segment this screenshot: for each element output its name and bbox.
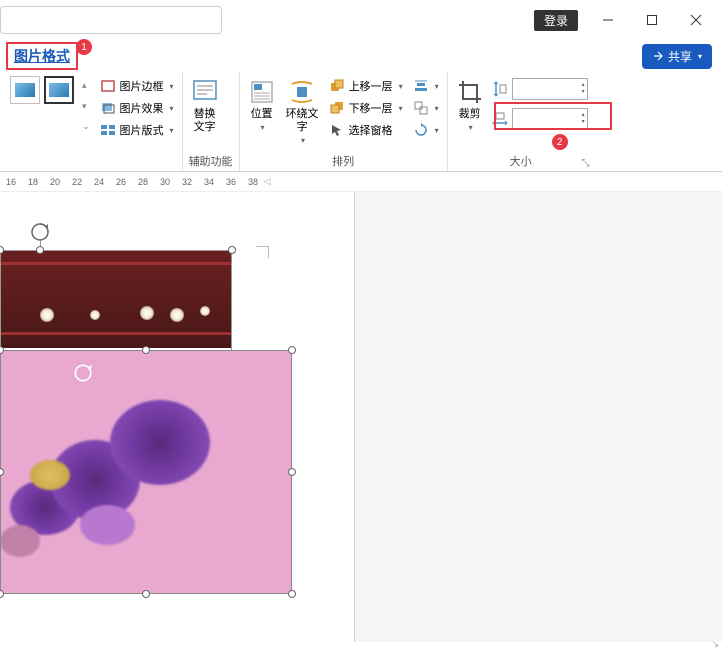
outside-page-area	[355, 192, 722, 642]
style-preset-2[interactable]	[44, 76, 74, 104]
height-icon	[492, 81, 508, 97]
ruler-tick: 28	[132, 177, 154, 187]
style-gallery-more[interactable]: ⌄	[80, 117, 92, 136]
group-arrange: 位置 ▾ 环绕文 字 ▾ 上移一层▾ 下移一层▾ 选择窗格	[240, 72, 448, 171]
alt-text-button[interactable]: 替换 文字	[189, 76, 221, 136]
annotation-badge-2: 2	[552, 134, 568, 150]
height-input[interactable]: ▴▾	[512, 78, 588, 100]
rotate-icon	[413, 122, 429, 138]
picture-layout-icon	[100, 122, 116, 138]
ribbon: ▴ ▾ ⌄ 图片边框▾ 图片效果▾ 图片版式▾ ⤡	[0, 72, 722, 172]
login-button[interactable]: 登录	[534, 10, 578, 31]
group-picture-styles: ▴ ▾ ⌄ 图片边框▾ 图片效果▾ 图片版式▾ ⤡	[4, 72, 183, 171]
style-gallery-down[interactable]: ▾	[80, 97, 92, 116]
ruler-tick: 22	[66, 177, 88, 187]
ribbon-tabs: 图片格式 1 共享 ▾	[0, 40, 722, 72]
wrap-text-label: 环绕文 字	[286, 108, 319, 134]
group-size-label: 大小	[454, 153, 588, 169]
share-button[interactable]: 共享 ▾	[642, 44, 712, 69]
picture-effects-icon	[100, 100, 116, 116]
ruler-tick: 34	[198, 177, 220, 187]
resize-handle[interactable]	[142, 346, 150, 354]
group-accessibility-label: 辅助功能	[189, 153, 233, 169]
selection-pane-button[interactable]: 选择窗格	[327, 120, 405, 140]
close-button[interactable]	[674, 4, 718, 36]
group-icon	[413, 100, 429, 116]
annotation-box-2	[494, 102, 612, 130]
bring-forward-label: 上移一层	[349, 78, 393, 94]
resize-handle[interactable]	[228, 246, 236, 254]
bring-forward-button[interactable]: 上移一层▾	[327, 76, 405, 96]
ruler-tick: 36	[220, 177, 242, 187]
height-spinner[interactable]: ▴▾	[582, 82, 585, 96]
crop-button[interactable]: 裁剪 ▾	[454, 76, 486, 134]
resize-handle[interactable]	[142, 590, 150, 598]
group-size: 裁剪 ▾ ▴▾ ▴▾	[448, 72, 594, 171]
maximize-button[interactable]	[630, 4, 674, 36]
share-label: 共享	[668, 48, 692, 65]
resize-handle[interactable]	[288, 468, 296, 476]
ruler-tick: 30	[154, 177, 176, 187]
ruler-tick: 32	[176, 177, 198, 187]
annotation-box-1: 图片格式	[6, 42, 78, 70]
send-backward-label: 下移一层	[349, 100, 393, 116]
ruler-tick: 18	[22, 177, 44, 187]
rotate-handle[interactable]	[30, 222, 50, 245]
position-icon	[248, 78, 276, 106]
tab-picture-format[interactable]: 图片格式	[14, 46, 70, 66]
rotate-button[interactable]: ▾	[411, 120, 441, 140]
document-canvas[interactable]	[0, 192, 722, 642]
resize-handle[interactable]	[288, 346, 296, 354]
page-edge	[354, 192, 355, 642]
selection-pane-label: 选择窗格	[349, 122, 393, 138]
picture-border-icon	[100, 78, 116, 94]
annotation-badge-1: 1	[76, 39, 92, 55]
image-2-selection-frame	[0, 350, 292, 594]
crop-icon	[456, 78, 484, 106]
wrap-text-icon	[288, 78, 316, 106]
position-button[interactable]: 位置 ▾	[246, 76, 278, 134]
share-icon	[652, 50, 664, 62]
resize-handle[interactable]	[288, 590, 296, 598]
bring-forward-icon	[329, 78, 345, 94]
ruler-tick: 20	[44, 177, 66, 187]
selection-pane-icon	[329, 122, 345, 138]
picture-effects-button[interactable]: 图片效果▾	[98, 98, 176, 118]
resize-handle[interactable]	[36, 246, 44, 254]
horizontal-ruler[interactable]: 16 18 20 22 24 26 28 30 32 34 36 38 ◁	[0, 172, 722, 192]
picture-border-button[interactable]: 图片边框▾	[98, 76, 176, 96]
selected-image-2[interactable]	[0, 350, 292, 594]
alt-text-label: 替换 文字	[194, 108, 216, 134]
title-bar: 登录	[0, 0, 722, 40]
style-preset-1[interactable]	[10, 76, 40, 104]
ruler-tick: 26	[110, 177, 132, 187]
align-button[interactable]: ▾	[411, 76, 441, 96]
group-arrange-label: 排列	[246, 153, 441, 169]
size-dialog-launcher[interactable]: ⤡	[582, 158, 590, 169]
resize-handle[interactable]	[0, 590, 4, 598]
group-accessibility: 替换 文字 辅助功能	[183, 72, 240, 171]
picture-border-label: 图片边框	[120, 78, 164, 94]
search-input[interactable]	[0, 6, 222, 34]
style-gallery-up[interactable]: ▴	[80, 76, 92, 95]
send-backward-button[interactable]: 下移一层▾	[327, 98, 405, 118]
group-button[interactable]: ▾	[411, 98, 441, 118]
crop-label: 裁剪	[459, 108, 481, 121]
ruler-tick: 16	[0, 177, 22, 187]
picture-layout-label: 图片版式	[120, 122, 164, 138]
minimize-button[interactable]	[586, 4, 630, 36]
send-backward-icon	[329, 100, 345, 116]
position-label: 位置	[251, 108, 273, 121]
ruler-tick: 24	[88, 177, 110, 187]
alt-text-icon	[191, 78, 219, 106]
picture-effects-label: 图片效果	[120, 100, 164, 116]
align-icon	[413, 78, 429, 94]
ruler-end-mark: ◁	[256, 176, 278, 187]
wrap-text-button[interactable]: 环绕文 字 ▾	[284, 76, 321, 147]
picture-layout-button[interactable]: 图片版式▾	[98, 120, 176, 140]
